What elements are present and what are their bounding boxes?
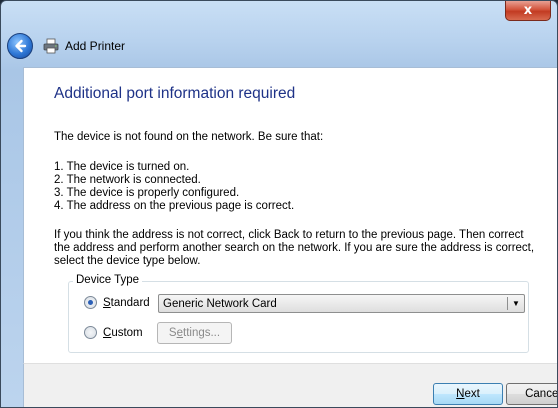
checklist-item: 2. The network is connected. [54,174,201,186]
standard-radio[interactable] [84,296,97,309]
wizard-footer: Next Cancel [23,363,557,407]
device-type-dropdown-value: Generic Network Card [163,297,277,310]
custom-radio[interactable] [84,326,97,339]
back-arrow-icon [15,39,27,53]
checklist-item: 3. The device is properly configured. [54,187,240,199]
device-type-group [68,281,529,353]
wizard-content: Additional port information required The… [23,67,557,364]
checklist-item: 1. The device is turned on. [54,161,190,173]
device-type-legend: Device Type [73,274,143,286]
chevron-down-icon[interactable]: ▼ [508,299,524,308]
next-button[interactable]: Next [433,383,503,405]
settings-button[interactable]: Se ttings... [157,322,232,344]
custom-radio-label[interactable]: Custom [103,327,143,339]
cancel-button[interactable]: Cancel [506,383,557,405]
wizard-title: Add Printer [65,39,126,53]
checklist: 1. The device is turned on. 2. The netwo… [54,161,294,213]
explanation-text: If you think the address is not correct,… [54,229,535,267]
printer-icon [43,38,59,54]
radio-selected-dot [88,300,93,305]
standard-radio-option[interactable]: Standard [84,296,150,309]
close-button[interactable]: x [505,1,551,21]
checklist-item: 4. The address on the previous page is c… [54,200,295,212]
title-bar[interactable] [1,1,557,27]
device-type-dropdown[interactable]: Generic Network Card ▼ [158,294,525,313]
back-button[interactable] [7,33,33,59]
intro-text: The device is not found on the network. … [54,131,324,143]
custom-radio-option[interactable]: Custom [84,326,143,339]
wizard-nav-bar: Add Printer [1,27,557,65]
add-printer-window: x Add Printer Additional port informatio… [0,0,558,408]
page-heading: Additional port information required [54,85,296,102]
standard-radio-label[interactable]: Standard [103,297,150,309]
